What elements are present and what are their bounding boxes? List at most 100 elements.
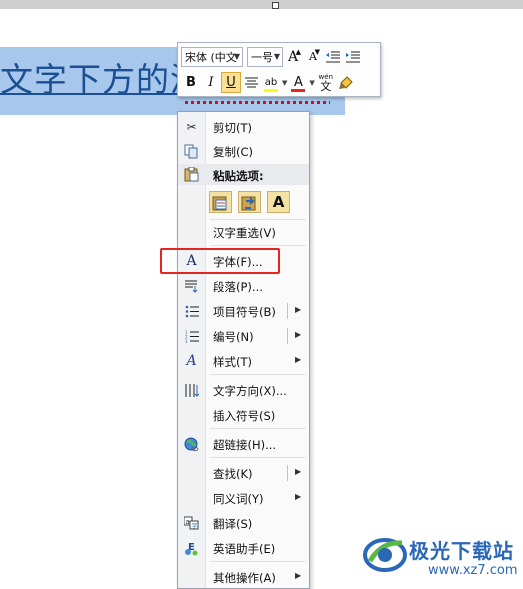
paste-keep-source-formatting-button[interactable] [209,191,232,213]
grow-font-button[interactable]: A ▲ [283,46,303,67]
font-color-button[interactable]: A [288,72,308,93]
menu-item-label: 样式(T) [213,355,252,369]
submenu-arrow-icon: ▶ [295,355,302,364]
paste-merge-icon [241,196,256,210]
menu-item-numbering[interactable]: 123 编号(N) ▶ [178,325,309,347]
watermark-logo-icon [363,538,407,572]
menu-separator [210,219,306,220]
submenu-arrow-icon: ▶ [295,492,302,501]
paragraph-icon [183,278,200,294]
menu-separator [210,561,306,562]
bullets-icon [183,303,200,319]
menu-item-label: 项目符号(B) [213,305,276,319]
context-menu: ✂ 剪切(T) 复制(C) 粘贴选项: A 汉字重选(V) A 字体(F)...… [177,111,310,589]
ruler-strip [0,0,523,9]
paste-keep-text-only-button[interactable]: A [267,191,290,213]
menu-item-insert-symbol[interactable]: 插入符号(S) [178,404,309,426]
submenu-arrow-icon[interactable]: ▶ [295,305,301,314]
menu-item-english-assistant[interactable]: E 英语助手(E) [178,537,309,559]
chevron-down-icon: ▼ [233,51,240,61]
font-name-combo[interactable]: 宋体 (中文 ▼ [181,46,243,67]
scissors-icon: ✂ [186,120,197,134]
font-size-combo[interactable]: 一号 ▼ [247,46,283,67]
underline-button[interactable]: U [221,72,241,93]
clipboard-icon [183,166,200,182]
menu-item-label: 翻译(S) [213,517,253,531]
decrease-indent-icon [326,51,340,62]
menu-item-paragraph[interactable]: 段落(P)... [178,275,309,297]
menu-item-label: 剪切(T) [213,121,252,135]
menu-item-more-actions[interactable]: 其他操作(A) ▶ [178,566,309,588]
highlight-button[interactable]: ab [261,72,281,93]
paste-source-format-icon [212,196,227,210]
menu-item-find[interactable]: 查找(K) ▶ [178,462,309,484]
svg-text:字: 字 [192,522,198,530]
menu-item-label: 超链接(H)... [213,438,277,452]
increase-indent-button[interactable] [343,46,363,67]
font-color-dropdown-icon[interactable]: ▼ [309,79,314,87]
menu-item-copy[interactable]: 复制(C) [178,140,309,162]
menu-separator [210,374,306,375]
shrink-font-button[interactable]: A ▼ [303,46,323,67]
font-color-icon: A [293,75,303,90]
phonetic-char: 文 [320,79,332,93]
format-painter-button[interactable] [336,72,356,93]
paste-text-only-icon: A [272,193,285,211]
menu-item-hyperlink[interactable]: 超链接(H)... [178,433,309,455]
increase-indent-icon [346,51,360,62]
menu-item-bullets[interactable]: 项目符号(B) ▶ [178,300,309,322]
submenu-arrow-icon[interactable]: ▶ [295,330,301,339]
svg-text:3: 3 [185,339,188,343]
resize-handle[interactable] [272,2,279,9]
copy-icon [183,143,200,159]
svg-text:a: a [186,518,190,526]
numbering-icon: 123 [183,328,200,344]
menu-item-styles[interactable]: A 样式(T) ▶ [178,350,309,372]
bold-button[interactable]: B [181,72,201,93]
menu-item-reconvert[interactable]: 汉字重选(V) [178,221,309,243]
format-painter-icon [338,75,353,89]
split-divider [287,465,288,481]
highlight-color-bar [264,89,278,92]
menu-item-translate[interactable]: a字 翻译(S) [178,512,309,534]
split-divider [287,328,288,344]
font-name-value: 宋体 (中文 [185,50,237,64]
menu-separator [210,457,306,458]
english-assistant-icon: E [183,540,200,556]
menu-item-label: 编号(N) [213,330,254,344]
center-align-icon [244,77,258,88]
submenu-arrow-icon[interactable]: ▶ [295,467,301,476]
text-direction-icon [183,382,200,398]
mini-toolbar-row-1: 宋体 (中文 ▼ 一号 ▼ A ▲ A ▼ [181,46,363,67]
mini-toolbar-row-2: B I U ab ▼ A ▼ wén 文 [181,72,356,93]
translate-icon: a字 [183,515,200,531]
center-align-button[interactable] [241,72,261,93]
paste-options-header: 粘贴选项: [178,164,309,185]
phonetic-guide-button[interactable]: wén 文 [316,72,336,93]
menu-item-label: 查找(K) [213,467,253,481]
decrease-indent-button[interactable] [323,46,343,67]
globe-link-icon [183,436,200,452]
menu-separator [210,245,306,246]
font-color-bar [291,89,306,92]
wavy-underline [185,101,330,104]
styles-icon: A [186,353,197,369]
menu-item-label: 同义词(Y) [213,492,264,506]
menu-item-synonyms[interactable]: 同义词(Y) ▶ [178,487,309,509]
highlight-frame [160,248,280,274]
submenu-arrow-icon: ▶ [295,571,302,580]
italic-button[interactable]: I [201,72,221,93]
chevron-down-icon: ▼ [273,51,280,61]
menu-item-cut[interactable]: ✂ 剪切(T) [178,116,309,138]
split-divider [287,303,288,319]
menu-item-label: 文字方向(X)... [213,384,287,398]
menu-item-label: 其他操作(A) [213,571,276,585]
menu-item-text-direction[interactable]: 文字方向(X)... [178,379,309,401]
menu-item-label: 插入符号(S) [213,409,276,423]
paste-merge-formatting-button[interactable] [238,191,261,213]
paste-options-label: 粘贴选项: [213,169,264,183]
menu-item-label: 汉字重选(V) [213,226,276,240]
menu-item-label: 英语助手(E) [213,542,276,556]
menu-separator [210,428,306,429]
highlight-dropdown-icon[interactable]: ▼ [282,79,287,87]
